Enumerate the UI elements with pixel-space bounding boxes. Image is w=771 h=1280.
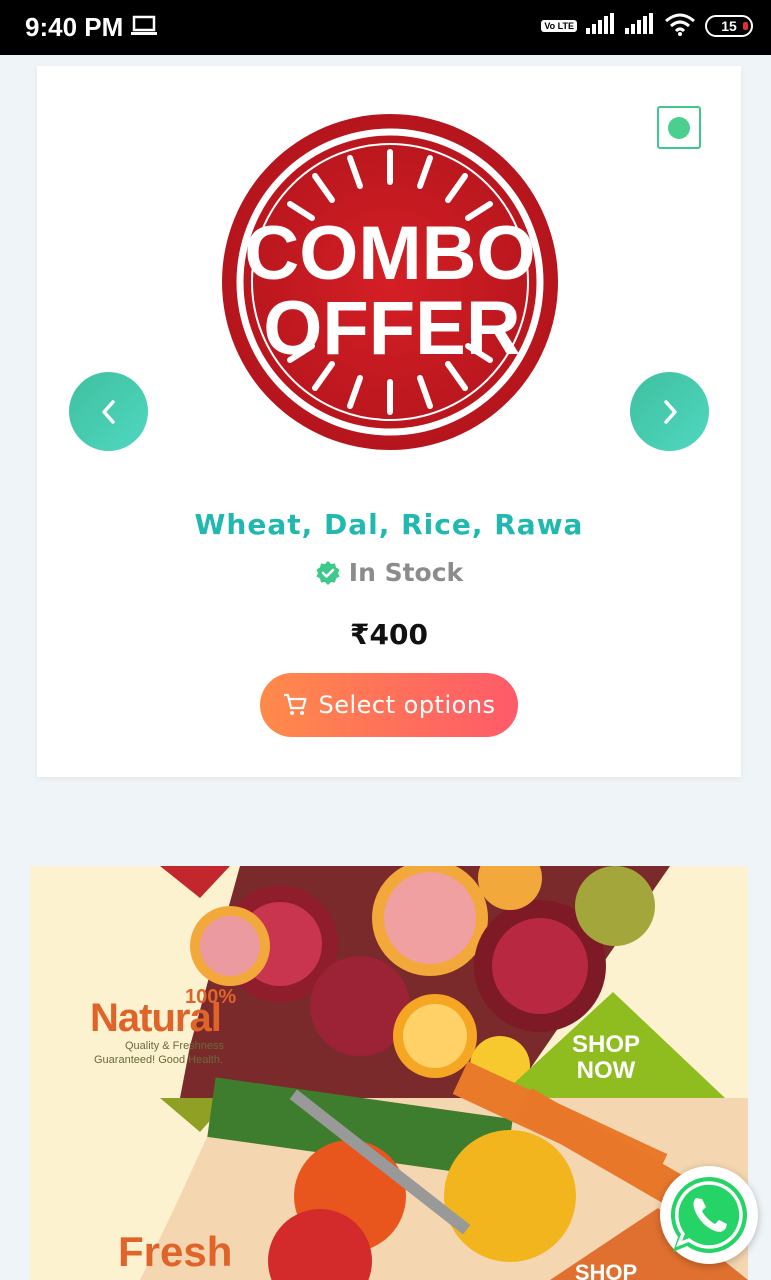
battery-level: 15 (721, 18, 737, 34)
radio-dot (668, 116, 690, 139)
previous-slide-button[interactable] (69, 372, 148, 451)
battery-icon: 15 (705, 15, 753, 37)
status-time: 9:40 PM (25, 12, 124, 42)
combo-offer-stamp-image[interactable]: COMBO OFFER (220, 104, 560, 464)
banner-natural-text: Natural (90, 996, 222, 1040)
status-icons: Vo LTE 15 (541, 12, 753, 40)
stamp-text-offer: OFFER (263, 286, 521, 371)
chevron-left-icon (101, 399, 115, 424)
status-bar: 9:40 PM Vo LTE 15 (0, 0, 771, 55)
product-price: ₹400 (350, 618, 428, 651)
banner-quality-text: Quality & Freshness (125, 1040, 225, 1052)
select-options-button[interactable]: Select options (260, 673, 518, 737)
signal-icon-2 (625, 13, 655, 39)
whatsapp-chat-button[interactable] (660, 1166, 758, 1264)
product-select-radio[interactable] (657, 106, 701, 149)
shop-now-line1: SHOP (571, 1031, 640, 1058)
banner-fresh-text: Fresh (118, 1228, 233, 1275)
verified-check-icon (316, 560, 340, 585)
banner-guarantee-text: Guaranteed! Good Health. (94, 1054, 224, 1066)
stock-status: In Stock (37, 558, 741, 587)
product-title[interactable]: Wheat, Dal, Rice, Rawa (37, 508, 741, 541)
shop-label-2[interactable]: SHOP (561, 1260, 651, 1280)
volte-icon: Vo LTE (541, 20, 577, 32)
select-options-label: Select options (318, 691, 496, 719)
signal-icon-1 (586, 13, 616, 39)
product-card: COMBO OFFER Wheat, Dal, Rice, Rawa In St… (37, 66, 741, 777)
laptop-icon (131, 15, 157, 41)
next-slide-button[interactable] (630, 372, 709, 451)
cart-icon (284, 693, 308, 715)
stamp-text-combo: COMBO (244, 211, 535, 296)
whatsapp-icon (670, 1177, 747, 1253)
promo-banner[interactable]: 100% Natural Quality & Freshness Guarant… (30, 866, 748, 1280)
chevron-right-icon (663, 399, 677, 424)
shop-now-label[interactable]: SHOP NOW (561, 1032, 651, 1084)
shop-now-line2: NOW (576, 1057, 636, 1084)
wifi-icon (664, 12, 696, 40)
stock-label: In Stock (348, 558, 464, 587)
